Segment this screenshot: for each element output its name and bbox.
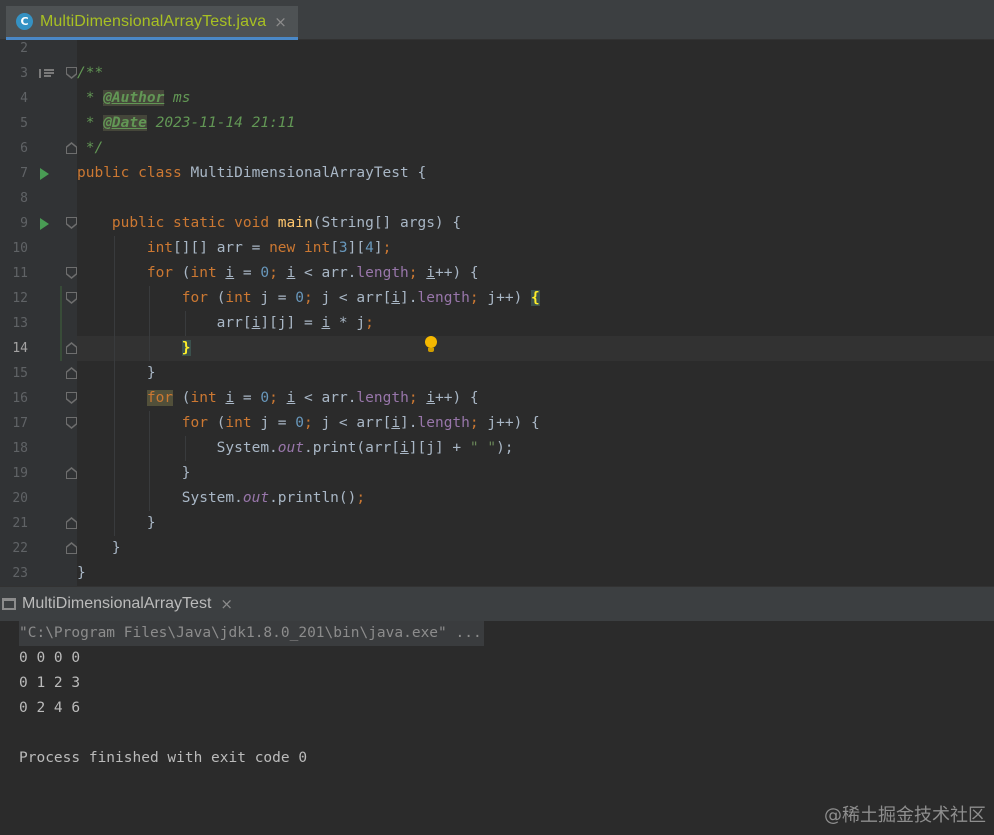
code-line[interactable]: for (int i = 0; i < arr.length; i++) { <box>77 261 994 286</box>
run-tool-window-header: MultiDimensionalArrayTest × <box>0 586 994 621</box>
line-number: 21 <box>12 516 28 531</box>
editor-gutter: 2 3 4 5 6 7 8 9 10 11 12 13 14 15 16 17 … <box>0 40 77 586</box>
run-tab-label: MultiDimensionalArrayTest <box>22 595 212 612</box>
code-line[interactable]: } <box>77 511 994 536</box>
code-line[interactable]: System.out.print(arr[i][j] + " "); <box>77 436 994 461</box>
code-line[interactable]: for (int j = 0; j < arr[i].length; j++) … <box>77 286 994 311</box>
line-number: 10 <box>12 241 28 256</box>
line-number: 15 <box>12 366 28 381</box>
line-number: 23 <box>12 566 28 581</box>
run-console[interactable]: "C:\Program Files\Java\jdk1.8.0_201\bin\… <box>0 621 994 835</box>
run-tab-multidimensionalarraytest[interactable]: MultiDimensionalArrayTest × <box>0 587 248 621</box>
watermark: @稀土掘金技术社区 <box>824 805 986 826</box>
code-line[interactable]: for (int i = 0; i < arr.length; i++) { <box>77 386 994 411</box>
line-number: 13 <box>12 316 28 331</box>
console-output-line: 0 2 4 6 <box>19 700 81 716</box>
console-exit-line: Process finished with exit code 0 <box>19 750 308 766</box>
line-number: 9 <box>20 216 28 231</box>
code-line-current[interactable]: } <box>77 336 994 361</box>
editor-tab-multidimensionalarraytest[interactable]: C MultiDimensionalArrayTest.java × <box>6 6 298 40</box>
code-line[interactable]: public class MultiDimensionalArrayTest { <box>77 161 994 186</box>
console-output-line: 0 0 0 0 <box>19 650 81 666</box>
line-number: 6 <box>20 141 28 156</box>
line-number: 20 <box>12 491 28 506</box>
matched-brace: } <box>181 340 191 356</box>
line-number: 5 <box>20 116 28 131</box>
console-icon <box>2 598 16 610</box>
fold-close-icon[interactable] <box>66 342 77 354</box>
matched-brace: { <box>531 290 540 306</box>
code-line[interactable]: } <box>77 461 994 486</box>
line-number: 4 <box>20 91 28 106</box>
close-icon[interactable]: × <box>220 595 233 613</box>
highlighted-keyword: for <box>146 390 174 406</box>
code-line[interactable]: public static void main(String[] args) { <box>77 211 994 236</box>
console-output-line: 0 1 2 3 <box>19 675 81 691</box>
line-number: 7 <box>20 166 28 181</box>
fold-close-icon[interactable] <box>66 142 77 154</box>
fold-open-icon[interactable] <box>66 267 77 279</box>
code-line[interactable]: /** <box>77 61 994 86</box>
code-line[interactable]: } <box>77 361 994 386</box>
close-icon[interactable]: × <box>274 13 287 31</box>
line-number: 11 <box>12 266 28 281</box>
code-line[interactable]: * @Author ms <box>77 86 994 111</box>
line-number: 22 <box>12 541 28 556</box>
line-number: 16 <box>12 391 28 406</box>
run-class-icon[interactable] <box>40 168 49 180</box>
run-main-icon[interactable] <box>40 218 49 230</box>
code-editor[interactable]: 2 3 4 5 6 7 8 9 10 11 12 13 14 15 16 17 … <box>0 40 994 586</box>
fold-open-icon[interactable] <box>66 292 77 304</box>
code-line[interactable]: arr[i][j] = i * j; <box>77 311 994 336</box>
doc-comment-render-icon[interactable] <box>39 69 54 78</box>
fold-close-icon[interactable] <box>66 542 77 554</box>
code-line[interactable]: } <box>77 536 994 561</box>
code-line[interactable]: int[][] arr = new int[3][4]; <box>77 236 994 261</box>
fold-open-icon[interactable] <box>66 417 77 429</box>
fold-close-icon[interactable] <box>66 517 77 529</box>
line-number: 18 <box>12 441 28 456</box>
fold-open-icon[interactable] <box>66 67 77 79</box>
line-number: 17 <box>12 416 28 431</box>
line-number: 19 <box>12 466 28 481</box>
editor-tab-bar: C MultiDimensionalArrayTest.java × <box>0 0 994 40</box>
fold-open-icon[interactable] <box>66 217 77 229</box>
fold-close-icon[interactable] <box>66 467 77 479</box>
javadoc-tag: @Date <box>103 115 147 131</box>
javadoc-tag: @Author <box>103 90 165 106</box>
console-command-line[interactable]: "C:\Program Files\Java\jdk1.8.0_201\bin\… <box>19 621 484 646</box>
line-number: 12 <box>12 291 28 306</box>
line-number: 3 <box>20 66 28 81</box>
line-number: 2 <box>20 41 28 56</box>
code-line[interactable]: */ <box>77 136 994 161</box>
line-number: 8 <box>20 191 28 206</box>
code-line[interactable]: * @Date 2023-11-14 21:11 <box>77 111 994 136</box>
fold-close-icon[interactable] <box>66 367 77 379</box>
code-line[interactable]: } <box>77 561 994 586</box>
editor-tab-label: MultiDimensionalArrayTest.java <box>40 12 267 30</box>
code-line[interactable]: for (int j = 0; j < arr[i].length; j++) … <box>77 411 994 436</box>
intention-bulb-icon[interactable] <box>424 336 438 354</box>
line-number-current: 14 <box>12 341 28 356</box>
java-class-icon: C <box>16 13 33 30</box>
fold-open-icon[interactable] <box>66 392 77 404</box>
code-area[interactable]: /** * @Author ms * @Date 2023-11-14 21:1… <box>77 40 994 586</box>
code-line[interactable]: System.out.println(); <box>77 486 994 511</box>
